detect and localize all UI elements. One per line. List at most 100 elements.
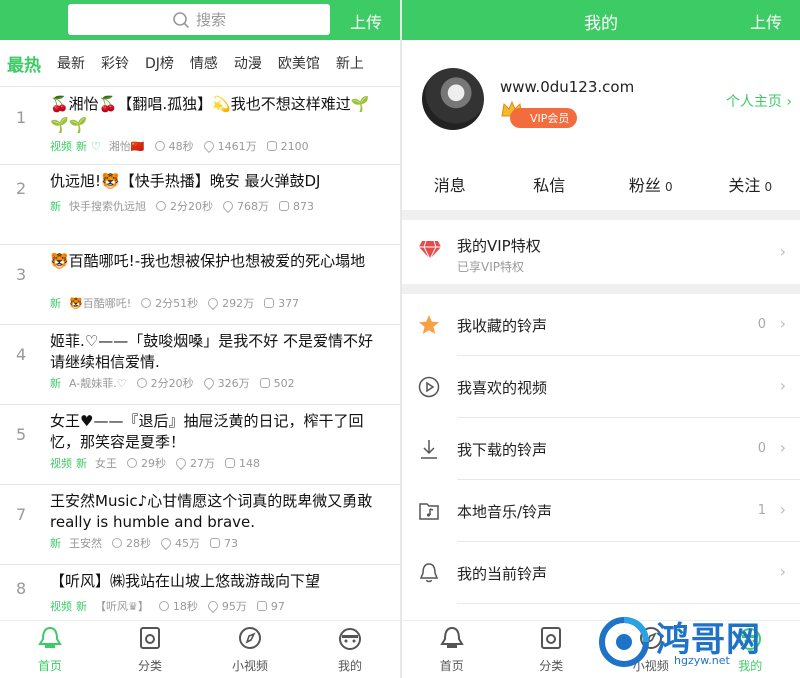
chevron-right-icon: › [779,438,786,457]
comment-count: 873 [293,199,314,213]
watermark-logo [599,617,649,667]
stat-2[interactable]: 粉丝 0 [601,172,701,196]
star-icon [418,314,440,340]
tab-6[interactable]: 欧美馆 [278,53,320,73]
list-item[interactable]: 4 姬菲.♡——「鼓唆烟嗓」是我不好 不是爱情不好 请继续相信爱情. 新 A-靓… [0,325,400,405]
nav-item-1[interactable]: 分类 [100,621,200,678]
tag: 新 [76,457,87,470]
tag: 新 [50,537,61,550]
stats-bar: 消息 私信 粉丝 0 关注 0 [402,160,800,208]
stat-count: 0 [664,180,673,194]
homepage-link[interactable]: 个人主页 › [726,91,792,111]
comment-count: 73 [224,536,238,550]
menu-row-4[interactable]: 我的当前铃声 › [402,542,800,604]
upload-button[interactable]: 上传 [350,9,382,33]
menu-label: 我的当前铃声 [457,565,548,583]
clock-icon [112,538,122,548]
nav-item-2[interactable]: 小视频 [200,621,300,678]
tab-0[interactable]: 最热 [7,51,41,76]
tag: 新 [50,200,61,213]
menu-row-1[interactable]: 我喜欢的视频 › [402,356,800,418]
homepage-label: 个人主页 [725,94,782,110]
uploader: 快手搜索仇远旭 [69,200,146,213]
bell-icon [418,562,440,588]
list-item[interactable]: 2 仇远旭!🐯【快手热播】晚安 最火弹鼓DJ 新 快手搜索仇远旭 2分20秒 7… [0,165,400,245]
duration: 29秒 [141,457,166,470]
heat-icon [220,198,236,214]
list-item[interactable]: 5 女王♥——『退后』抽屉泛黄的日记，榨干了回忆，那笑容是夏季！ 视频新 女王 … [0,405,400,485]
section-gap [402,210,800,220]
nav-item-3[interactable]: 我的 [300,621,400,678]
nav-item-0[interactable]: 首页 [402,621,502,678]
clock-icon [156,201,166,211]
item-meta: 新 王安然 28秒 45万 73 [50,535,238,551]
list-item[interactable]: 1 🍒湘怡🍒【翻唱.孤独】💫我也不想这样难过🌱🌱🌱 视频新 ♡ 湘怡🇨🇳 48秒 … [0,88,400,165]
item-title: 【听风】㈱我站在山坡上悠哉游哉向下望 [50,572,321,590]
list-item[interactable]: 3 🐯百酷哪吒!-我也想被保护也想被爱的死心塌地 新 🐯百酷哪吒! 2分51秒 … [0,245,400,325]
rank-number: 7 [16,505,27,524]
tab-5[interactable]: 动漫 [234,53,262,73]
item-title: 女王♥——『退后』抽屉泛黄的日记，榨干了回忆，那笑容是夏季！ [50,412,364,451]
stat-1[interactable]: 私信 [502,172,602,196]
vip-privilege-label: 我的VIP特权 [457,237,541,255]
menu-label: 本地音乐/铃声 [457,503,553,521]
chevron-right-icon: › [779,500,786,519]
menu-row-3[interactable]: 本地音乐/铃声 1 › [402,480,800,542]
stat-label: 粉丝 [628,176,661,195]
play-count: 1461万 [217,140,257,153]
comment-icon [256,601,267,611]
stat-count: 0 [764,180,773,194]
nav-label: 首页 [37,659,62,673]
play-count: 45万 [175,537,200,550]
comment-icon [264,298,275,308]
heat-icon [173,455,189,471]
comment-icon [279,201,289,211]
heat-icon [201,138,216,154]
bottom-nav: 首页 分类 小视频 我的 [0,620,400,678]
watermark-sub: hgzyw.net [674,654,730,667]
chevron-right-icon: › [786,94,792,110]
menu-label: 我喜欢的视频 [457,379,548,397]
tab-1[interactable]: 最新 [57,53,85,73]
tab-3[interactable]: DJ榜 [145,53,174,73]
profile-screen: 我的 上传 www.0du123.com VIP会员 个人主页 › 消息 私信 粉丝… [402,0,800,678]
search-placeholder: 搜索 [195,11,226,29]
comment-icon [225,458,235,468]
nav-item-1[interactable]: 分类 [502,621,602,678]
menu-row-2[interactable]: 我下载的铃声 0 › [402,418,800,480]
category-tabs: 最热 最新 彩铃 DJ榜 情感 动漫 欧美馆 新上 [0,40,400,87]
category-icon [137,625,163,657]
menu-label: 我下载的铃声 [457,441,548,459]
clock-icon [136,378,147,388]
tab-2[interactable]: 彩铃 [101,53,129,73]
play-count: 292万 [222,297,255,310]
duration: 2分51秒 [155,297,199,310]
vip-privilege-row[interactable]: 我的VIP特权 已享VIP特权 › [402,220,800,284]
list-item[interactable]: 7 王安然Music♪心甘情愿这个词真的既卑微又勇敢really is humb… [0,485,400,565]
comment-count: 148 [239,456,260,470]
item-title: 仇远旭!🐯【快手热播】晚安 最火弹鼓DJ [50,172,321,190]
tag: ♡ [91,139,101,153]
chevron-right-icon: › [779,376,786,395]
stat-3[interactable]: 关注 0 [701,172,800,196]
nav-item-0[interactable]: 首页 [0,621,100,678]
menu-row-0[interactable]: 我收藏的铃声 0 › [402,294,800,356]
avatar[interactable] [422,68,484,130]
nav-label: 首页 [439,659,464,673]
play-count: 768万 [237,200,269,213]
play-count: 95万 [221,600,247,613]
search-input[interactable]: 搜索 [68,4,330,35]
top-bar: 我的 上传 [402,0,800,40]
username: www.0du123.com [500,78,635,96]
stat-0[interactable]: 消息 [402,172,502,196]
clock-icon [141,298,152,308]
tab-4[interactable]: 情感 [190,53,218,73]
watermark: 鸿哥网 hgzyw.net [594,610,794,670]
search-icon [173,11,190,28]
stat-label: 关注 [728,176,761,195]
rank-number: 1 [16,108,27,127]
menu-count: 1 [757,503,766,518]
tab-7[interactable]: 新上 [336,53,364,73]
item-meta: 视频新 女王 29秒 27万 148 [50,455,260,471]
upload-button[interactable]: 上传 [750,9,782,33]
